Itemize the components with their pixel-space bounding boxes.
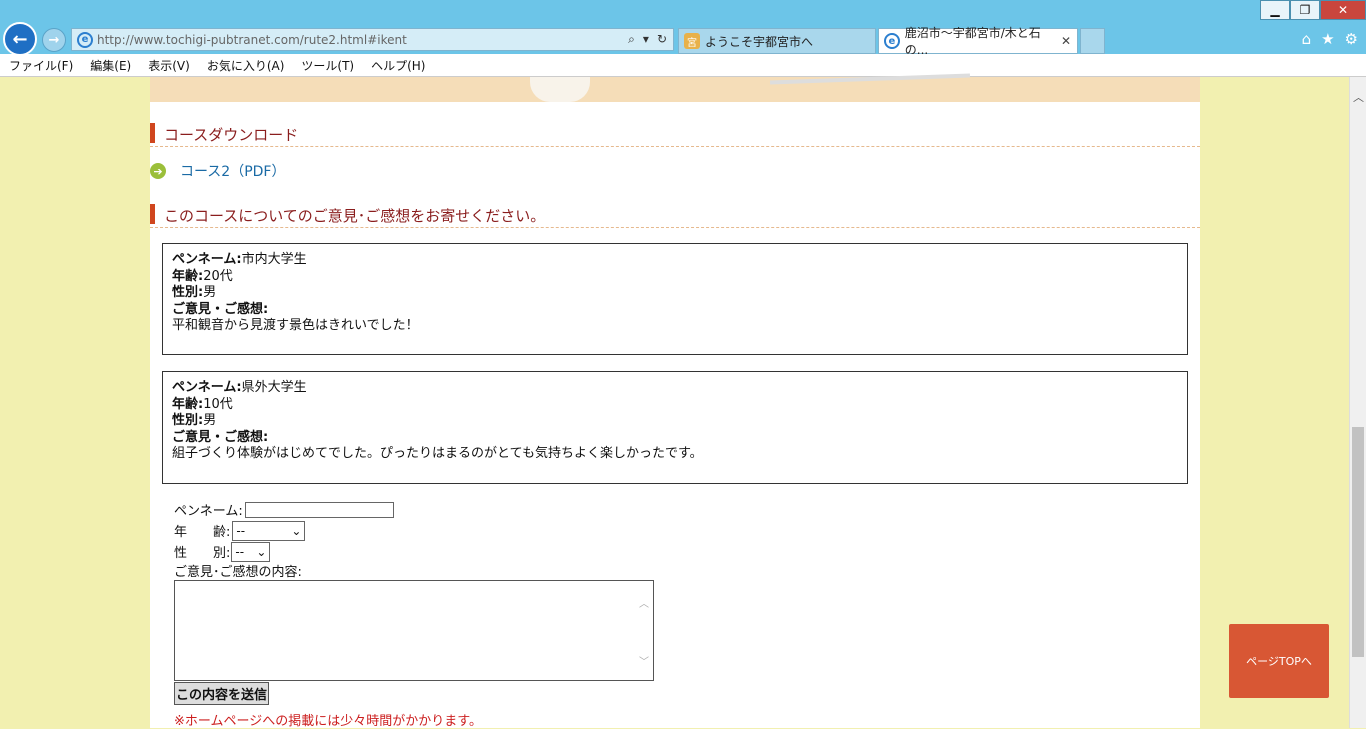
gender-label: 性別: (172, 285, 204, 300)
gender-select[interactable]: -- ⌄ (231, 541, 271, 562)
menu-view[interactable]: 表示(V) (148, 57, 190, 74)
pdf-download-row: ➔ コース2（PDF） (150, 161, 285, 181)
content-field-label: ご意見･ご感想の内容: (174, 564, 302, 580)
site-favicon-icon: 宮 (684, 33, 700, 49)
comment-box: ペンネーム:県外大学生 年齢:10代 性別:男 ご意見・ご感想: 組子づくり体験… (162, 371, 1188, 484)
favorites-star-icon[interactable]: ★ (1321, 30, 1334, 48)
forward-button[interactable]: → (42, 28, 66, 52)
feedback-heading: このコースについてのご意見･ご感想をお寄せください。 (150, 200, 1200, 228)
vertical-scrollbar[interactable]: ︿ (1349, 77, 1366, 728)
age-label: 年齢: (172, 396, 204, 412)
penname-input[interactable] (244, 501, 394, 518)
address-url[interactable]: http://www.tochigi-pubtranet.com/rute2.h… (97, 33, 628, 47)
menu-tools[interactable]: ツール(T) (301, 57, 354, 74)
posting-note: ※ホームページへの掲載には少々時間がかかります。 (174, 714, 482, 729)
settings-gear-icon[interactable]: ⚙ (1345, 30, 1358, 48)
menu-favorites[interactable]: お気に入り(A) (207, 57, 285, 74)
browser-chrome: ▁ ❐ ✕ ← → e http://www.tochigi-pubtranet… (0, 0, 1366, 57)
opinion-text: 組子づくり体験がはじめてでした。ぴったりはまるのがとても気持ちよく楽しかったです… (172, 446, 703, 461)
tab-welcome[interactable]: 宮 ようこそ宇都宮市へ (678, 28, 876, 54)
close-window-icon[interactable]: ✕ (1320, 0, 1366, 20)
opinion-label: ご意見・ご感想: (172, 429, 269, 445)
gender-label: 性別: (172, 413, 204, 428)
arrow-right-icon: → (48, 32, 60, 48)
banner-figure (530, 77, 590, 102)
submit-button[interactable]: この内容を送信 (174, 682, 270, 705)
penname-value: 県外大学生 (241, 380, 307, 395)
menu-edit[interactable]: 編集(E) (90, 57, 131, 74)
arrow-circle-icon: ➔ (150, 163, 166, 179)
dropdown-icon[interactable]: ▾ (643, 32, 649, 47)
feedback-form: ペンネーム: 年 齢: -- ⌄ 性 別: -- ⌄ ご意見･ご感想の内容: ︿… (174, 499, 654, 705)
window-controls: ▁ ❐ ✕ (1260, 0, 1366, 20)
heading-accent-bar (150, 204, 155, 224)
scroll-up-icon[interactable]: ︿ (1353, 89, 1364, 105)
textarea-scroll-down-icon[interactable]: ﹀ (639, 653, 649, 668)
gender-value: 男 (203, 285, 217, 300)
address-bar[interactable]: e http://www.tochigi-pubtranet.com/rute2… (71, 28, 674, 51)
age-select-value: -- (236, 523, 246, 538)
minimize-icon[interactable]: ▁ (1260, 0, 1290, 20)
age-label: 年齢: (172, 268, 204, 284)
heading-text: コースダウンロード (164, 126, 299, 144)
menu-help[interactable]: ヘルプ(H) (371, 57, 425, 74)
restore-icon[interactable]: ❐ (1290, 0, 1320, 20)
pdf-link[interactable]: コース2（PDF） (180, 161, 285, 181)
chevron-down-icon: ⌄ (291, 523, 302, 538)
gender-value: 男 (203, 413, 217, 428)
content-textarea[interactable]: ︿ ﹀ (174, 580, 654, 681)
tab-label: 鹿沼市～宇都宮市/木と石の... (904, 26, 1041, 57)
opinion-text: 平和観音から見渡す景色はきれいでした！ (172, 318, 419, 333)
penname-label: ペンネーム: (172, 380, 242, 395)
download-heading: コースダウンロード (150, 119, 1200, 147)
menu-file[interactable]: ファイル(F) (9, 57, 73, 74)
ie-logo-icon: e (77, 31, 93, 48)
scrollbar-thumb[interactable] (1352, 427, 1364, 657)
close-tab-icon[interactable]: ✕ (1061, 34, 1071, 48)
penname-value: 市内大学生 (241, 252, 307, 267)
home-icon[interactable]: ⌂ (1302, 30, 1312, 48)
back-button[interactable]: ← (3, 22, 37, 56)
heading-accent-bar (150, 123, 155, 143)
opinion-label: ご意見・ご感想: (172, 301, 269, 317)
tab-label: ようこそ宇都宮市へ (705, 34, 814, 49)
search-icon[interactable]: ⌕ (628, 32, 635, 47)
tab-active[interactable]: e 鹿沼市～宇都宮市/木と石の... ✕ (878, 26, 1078, 57)
page-content: コースダウンロード ➔ コース2（PDF） このコースについてのご意見･ご感想を… (150, 73, 1200, 729)
textarea-scroll-up-icon[interactable]: ︿ (639, 595, 649, 610)
ie-favicon-icon: e (884, 33, 900, 49)
age-value: 20代 (203, 268, 233, 284)
refresh-icon[interactable]: ↻ (657, 32, 667, 47)
gender-select-value: -- (235, 544, 245, 559)
comment-box: ペンネーム:市内大学生 年齢:20代 性別:男 ご意見・ご感想: 平和観音から見… (162, 243, 1188, 355)
age-select[interactable]: -- ⌄ (232, 520, 306, 541)
heading-text: このコースについてのご意見･ご感想をお寄せください。 (164, 207, 546, 225)
banner-image (150, 73, 1200, 102)
menu-bar: ファイル(F) 編集(E) 表示(V) お気に入り(A) ツール(T) ヘルプ(… (0, 54, 1366, 77)
age-value: 10代 (203, 396, 233, 412)
chevron-down-icon: ⌄ (256, 544, 267, 559)
new-tab-button[interactable] (1080, 28, 1105, 54)
penname-field-label: ペンネーム: (174, 504, 243, 519)
arrow-left-icon: ← (12, 28, 28, 50)
gender-field-label: 性 別: (174, 546, 231, 561)
page-top-button[interactable]: ページTOPへ (1229, 624, 1329, 698)
penname-label: ペンネーム: (172, 252, 242, 267)
age-field-label: 年 齢: (174, 525, 231, 540)
